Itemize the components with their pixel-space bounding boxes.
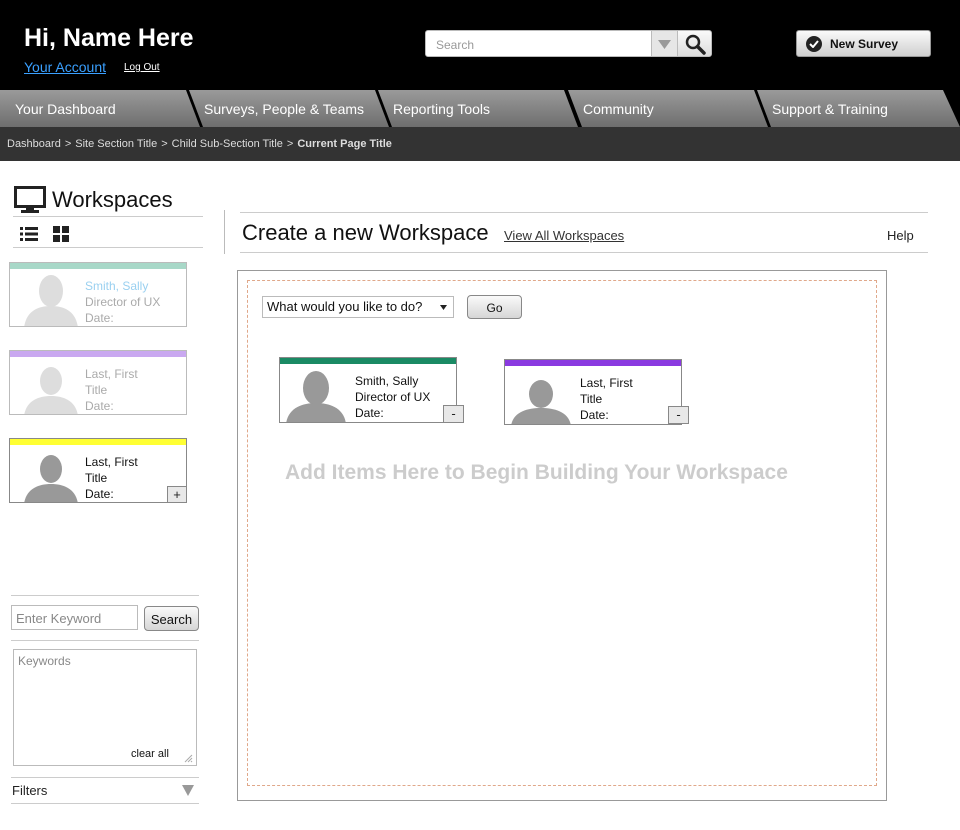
tab-label: Community: [583, 101, 654, 117]
divider: [240, 252, 928, 253]
main-nav: Your Dashboard Surveys, People & Teams R…: [0, 90, 960, 127]
person-silhouette-icon: [286, 371, 346, 422]
action-select[interactable]: What would you like to do?: [262, 296, 454, 318]
card-name: Smith, Sally: [355, 374, 419, 388]
tab-community[interactable]: Community: [568, 90, 768, 127]
card-color-stripe: [505, 360, 681, 366]
card-title: Title: [580, 392, 603, 406]
card-date: Date:: [85, 311, 114, 325]
card-name: Last, First: [85, 455, 138, 469]
search-icon: [685, 34, 706, 55]
monitor-icon: [14, 186, 46, 213]
tab-label: Reporting Tools: [393, 101, 491, 117]
remove-card-button[interactable]: -: [668, 406, 689, 424]
keywords-textarea[interactable]: Keywords: [13, 649, 197, 766]
workspace-card[interactable]: Smith, Sally Director of UX Date:: [279, 357, 457, 423]
breadcrumb: Dashboard > Site Section Title > Child Sub-S…: [0, 127, 960, 161]
card-title: Director of UX: [85, 295, 161, 309]
tab-surveys-people-teams[interactable]: Surveys, People & Teams: [189, 90, 389, 127]
card-date: Date:: [85, 399, 114, 413]
keyword-input[interactable]: Enter Keyword: [11, 605, 138, 630]
resize-grip-icon[interactable]: [184, 754, 193, 763]
breadcrumb-separator: >: [161, 138, 168, 150]
dropzone-placeholder: Add Items Here to Begin Building Your Wo…: [285, 461, 788, 484]
breadcrumb-separator: >: [286, 138, 294, 150]
sidebar-card[interactable]: Last, First Title Date: +: [9, 438, 187, 503]
triangle-down-icon: [658, 40, 671, 49]
person-silhouette-icon: [24, 275, 78, 326]
card-color-stripe: [10, 263, 186, 269]
breadcrumb-child-section[interactable]: Child Sub-Section Title: [172, 138, 283, 150]
action-select-value: What would you like to do?: [267, 299, 423, 314]
divider: [11, 640, 199, 641]
clear-all-link[interactable]: clear all: [131, 748, 169, 760]
breadcrumb-dashboard[interactable]: Dashboard: [7, 138, 61, 150]
list-view-icon[interactable]: [20, 226, 38, 242]
tab-label: Surveys, People & Teams: [204, 101, 365, 117]
breadcrumb-site-section[interactable]: Site Section Title: [75, 138, 157, 150]
person-silhouette-icon: [24, 367, 78, 414]
keywords-label: Keywords: [18, 654, 71, 668]
search-input[interactable]: Search: [425, 30, 653, 57]
card-date: Date:: [85, 487, 114, 501]
card-title: Title: [85, 471, 108, 485]
card-date: Date:: [580, 408, 609, 422]
log-out-link[interactable]: Log Out: [124, 62, 160, 73]
caret-down-icon: [440, 305, 447, 310]
add-card-button[interactable]: +: [167, 486, 186, 502]
tab-label: Your Dashboard: [15, 101, 116, 117]
help-link[interactable]: Help: [887, 228, 914, 243]
divider: [240, 212, 928, 213]
card-title: Director of UX: [355, 390, 431, 404]
vertical-divider: [224, 210, 225, 254]
tab-reporting-tools[interactable]: Reporting Tools: [378, 90, 578, 127]
person-silhouette-icon: [511, 380, 571, 424]
breadcrumb-separator: >: [64, 138, 72, 150]
tab-support-training[interactable]: Support & Training: [757, 90, 960, 127]
grid-view-icon[interactable]: [53, 226, 69, 242]
breadcrumb-current: Current Page Title: [297, 138, 392, 150]
divider: [11, 803, 199, 804]
keyword-search-button[interactable]: Search: [144, 606, 199, 631]
search-dropdown-button[interactable]: [651, 30, 678, 57]
triangle-down-icon[interactable]: [182, 785, 194, 796]
new-survey-label: New Survey: [830, 37, 899, 51]
divider: [11, 777, 199, 778]
tab-your-dashboard[interactable]: Your Dashboard: [0, 90, 200, 127]
workspace-dropzone[interactable]: [247, 280, 877, 786]
search-button[interactable]: [677, 30, 712, 57]
person-silhouette-icon: [24, 455, 78, 502]
sidebar-card[interactable]: Smith, Sally Director of UX Date:: [9, 262, 187, 327]
filters-label[interactable]: Filters: [12, 783, 47, 798]
card-title: Title: [85, 383, 108, 397]
go-button[interactable]: Go: [467, 295, 522, 319]
sidebar-card[interactable]: Last, First Title Date:: [9, 350, 187, 415]
greeting: Hi, Name Here: [24, 24, 194, 52]
card-date: Date:: [355, 406, 384, 420]
divider: [13, 216, 203, 217]
new-survey-button[interactable]: New Survey: [796, 30, 931, 57]
card-color-stripe: [10, 351, 186, 357]
card-color-stripe: [10, 439, 186, 445]
page-title: Create a new Workspace: [242, 220, 489, 245]
card-name: Last, First: [580, 376, 633, 390]
workspace-card[interactable]: Last, First Title Date:: [504, 359, 682, 425]
check-circle-icon: [806, 36, 822, 52]
view-all-workspaces-link[interactable]: View All Workspaces: [504, 228, 624, 243]
top-header: Hi, Name Here Your Account Log Out Searc…: [0, 0, 960, 90]
divider: [13, 247, 203, 248]
sidebar-title: Workspaces: [52, 187, 173, 212]
card-color-stripe: [280, 358, 456, 364]
remove-card-button[interactable]: -: [443, 405, 464, 423]
app-root: Hi, Name Here Your Account Log Out Searc…: [0, 0, 960, 830]
divider: [11, 595, 199, 596]
tab-label: Support & Training: [772, 101, 888, 117]
card-name: Last, First: [85, 367, 138, 381]
your-account-link[interactable]: Your Account: [24, 59, 106, 75]
card-name: Smith, Sally: [85, 279, 149, 293]
